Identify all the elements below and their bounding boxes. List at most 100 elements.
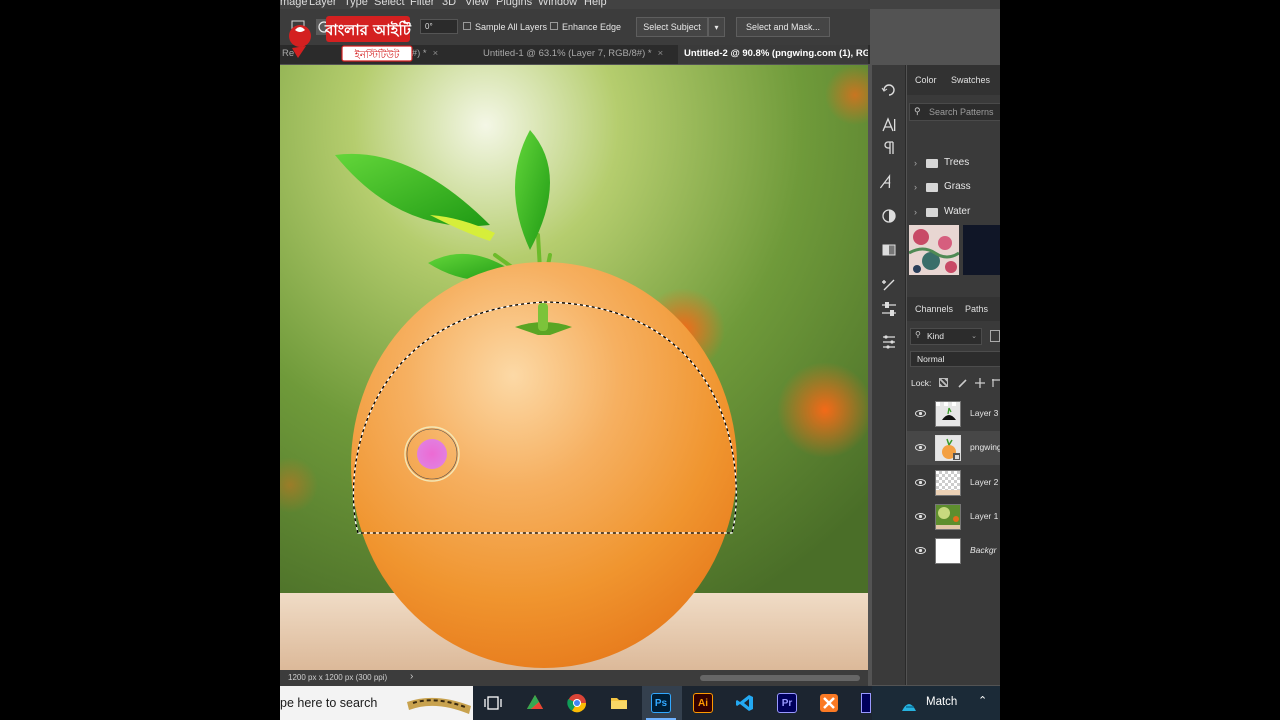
layer-name: Backgr bbox=[970, 545, 997, 555]
image-filter-icon[interactable] bbox=[990, 330, 1000, 342]
history-icon[interactable] bbox=[880, 81, 898, 99]
search-icon: ⚲ bbox=[914, 106, 921, 116]
glyphs-icon[interactable] bbox=[879, 173, 898, 191]
tab-untitled-2[interactable]: Untitled-2 @ 90.8% (pngwing.com (1), RG bbox=[678, 45, 868, 64]
taskbar-search-box[interactable]: pe here to search bbox=[280, 686, 473, 720]
gradients-icon[interactable] bbox=[880, 241, 898, 259]
eye-icon[interactable] bbox=[915, 511, 926, 522]
vscode-icon[interactable] bbox=[735, 693, 755, 713]
xampp-icon[interactable] bbox=[819, 693, 839, 713]
tab-label: Untitled-1 @ 63.1% (Layer 7, RGB/8#) * bbox=[483, 48, 652, 59]
pattern-swatch-dark[interactable] bbox=[963, 225, 1000, 275]
google-docs-icon[interactable] bbox=[525, 693, 545, 713]
tab-paths[interactable]: Paths bbox=[965, 304, 988, 314]
eye-icon[interactable] bbox=[915, 408, 926, 419]
menu-filter[interactable]: Filter bbox=[410, 0, 434, 8]
search-icon: ⚲ bbox=[915, 330, 921, 339]
layer-name: Layer 1 bbox=[970, 511, 999, 521]
task-view-icon[interactable] bbox=[483, 693, 503, 713]
weather-label: Match bbox=[926, 696, 958, 708]
layer-thumbnail bbox=[935, 470, 961, 496]
character-icon[interactable] bbox=[880, 116, 898, 134]
premiere-icon-partial[interactable] bbox=[861, 693, 871, 713]
chevron-right-icon: › bbox=[914, 158, 917, 168]
layer-row-layer-1[interactable]: Layer 1 bbox=[907, 500, 1000, 534]
eye-icon[interactable] bbox=[915, 545, 926, 556]
status-arrow-icon[interactable]: › bbox=[410, 671, 413, 682]
layer-thumbnail bbox=[935, 538, 961, 564]
lock-paint-icon[interactable] bbox=[957, 377, 969, 389]
lock-move-icon[interactable] bbox=[974, 377, 986, 389]
paragraph-icon[interactable] bbox=[880, 139, 898, 157]
layer-row-pngwing[interactable]: pngwing bbox=[907, 431, 1000, 465]
menu-3d[interactable]: 3D bbox=[442, 0, 456, 8]
illustrator-icon[interactable]: Ai bbox=[693, 693, 713, 713]
menu-layer[interactable]: Layer bbox=[309, 0, 337, 8]
pattern-folder-water[interactable]: › Water bbox=[907, 201, 1000, 223]
photoshop-icon[interactable]: Ps bbox=[651, 693, 671, 713]
tab-swatches[interactable]: Swatches bbox=[951, 75, 990, 85]
tab-channels[interactable]: Channels bbox=[915, 304, 953, 314]
chevron-up-icon[interactable]: ⌃ bbox=[978, 694, 987, 707]
folder-icon bbox=[926, 183, 938, 192]
menu-window[interactable]: Window bbox=[538, 0, 577, 8]
eye-icon[interactable] bbox=[915, 477, 926, 488]
layer-row-layer-3[interactable]: Layer 3 bbox=[907, 397, 1000, 431]
enhance-edge-label: Enhance Edge bbox=[562, 22, 622, 32]
blend-mode-select[interactable]: Normal bbox=[910, 351, 1000, 367]
right-panels: Color Swatches Search Patterns ⚲ › Trees… bbox=[907, 65, 1000, 685]
select-subject-dropdown[interactable]: ▾ bbox=[708, 17, 725, 37]
pattern-folder-grass[interactable]: › Grass bbox=[907, 176, 1000, 198]
select-and-mask-button[interactable]: Select and Mask... bbox=[736, 17, 830, 37]
document-canvas[interactable] bbox=[280, 65, 868, 670]
folder-label: Water bbox=[944, 206, 971, 217]
menu-image[interactable]: mage bbox=[280, 0, 308, 8]
brushes-icon[interactable] bbox=[880, 300, 898, 318]
panel-icon-strip bbox=[872, 65, 906, 685]
close-icon[interactable]: × bbox=[433, 48, 439, 59]
menu-plugins[interactable]: Plugins bbox=[496, 0, 532, 8]
pattern-search-input[interactable]: Search Patterns bbox=[909, 103, 1000, 121]
photoshop-window: mage Layer Type Select Filter 3D View Pl… bbox=[280, 0, 1000, 720]
folder-icon bbox=[926, 159, 938, 168]
kind-label: Kind bbox=[927, 331, 945, 341]
folder-label: Grass bbox=[944, 181, 971, 192]
logo-title: বাংলার আইটি bbox=[324, 20, 412, 39]
brush-settings-icon[interactable] bbox=[880, 276, 898, 294]
canvas-artwork bbox=[280, 65, 868, 670]
chevron-down-icon: ⌄ bbox=[971, 333, 977, 340]
menu-type[interactable]: Type bbox=[344, 0, 368, 8]
lock-artboard-icon[interactable] bbox=[991, 377, 1000, 389]
channel-logo: বাংলার আইটি ইনস্টিটিউট bbox=[289, 16, 413, 62]
layer-thumbnail bbox=[935, 504, 961, 530]
tab-untitled-1[interactable]: Untitled-1 @ 63.1% (Layer 7, RGB/8#) * × bbox=[483, 45, 675, 64]
sample-all-layers-label: Sample All Layers bbox=[475, 22, 548, 32]
file-explorer-icon[interactable] bbox=[609, 693, 629, 713]
layer-row-layer-2[interactable]: Layer 2 bbox=[907, 466, 1000, 500]
adjustments-icon[interactable] bbox=[880, 207, 898, 225]
menu-select[interactable]: Select bbox=[374, 0, 405, 8]
angle-field[interactable]: 0° bbox=[420, 19, 458, 34]
status-bar: 1200 px x 1200 px (300 ppi) › bbox=[280, 670, 868, 686]
pattern-folder-trees[interactable]: › Trees bbox=[907, 152, 1000, 174]
properties-icon[interactable] bbox=[880, 333, 898, 351]
pattern-swatch-floral[interactable] bbox=[909, 225, 959, 275]
sample-all-layers-checkbox[interactable] bbox=[463, 22, 471, 30]
eye-icon[interactable] bbox=[915, 442, 926, 453]
horizontal-scrollbar[interactable] bbox=[700, 675, 860, 681]
select-subject-button[interactable]: Select Subject bbox=[636, 17, 708, 37]
weather-widget[interactable]: Match ⌃ bbox=[872, 686, 1000, 720]
menu-view[interactable]: View bbox=[465, 0, 489, 8]
menu-help[interactable]: Help bbox=[584, 0, 607, 8]
chrome-icon[interactable] bbox=[567, 693, 587, 713]
lock-transparency-icon[interactable] bbox=[939, 378, 948, 387]
chevron-down-icon: ▾ bbox=[714, 23, 719, 32]
close-icon[interactable]: × bbox=[658, 48, 664, 59]
layer-row-background[interactable]: Backgr bbox=[907, 534, 1000, 568]
layer-thumbnail bbox=[935, 401, 961, 427]
enhance-edge-checkbox[interactable] bbox=[550, 22, 558, 30]
premiere-icon[interactable]: Pr bbox=[777, 693, 797, 713]
layer-thumbnail bbox=[935, 435, 961, 461]
tab-color[interactable]: Color bbox=[915, 75, 937, 85]
folder-icon bbox=[926, 208, 938, 217]
